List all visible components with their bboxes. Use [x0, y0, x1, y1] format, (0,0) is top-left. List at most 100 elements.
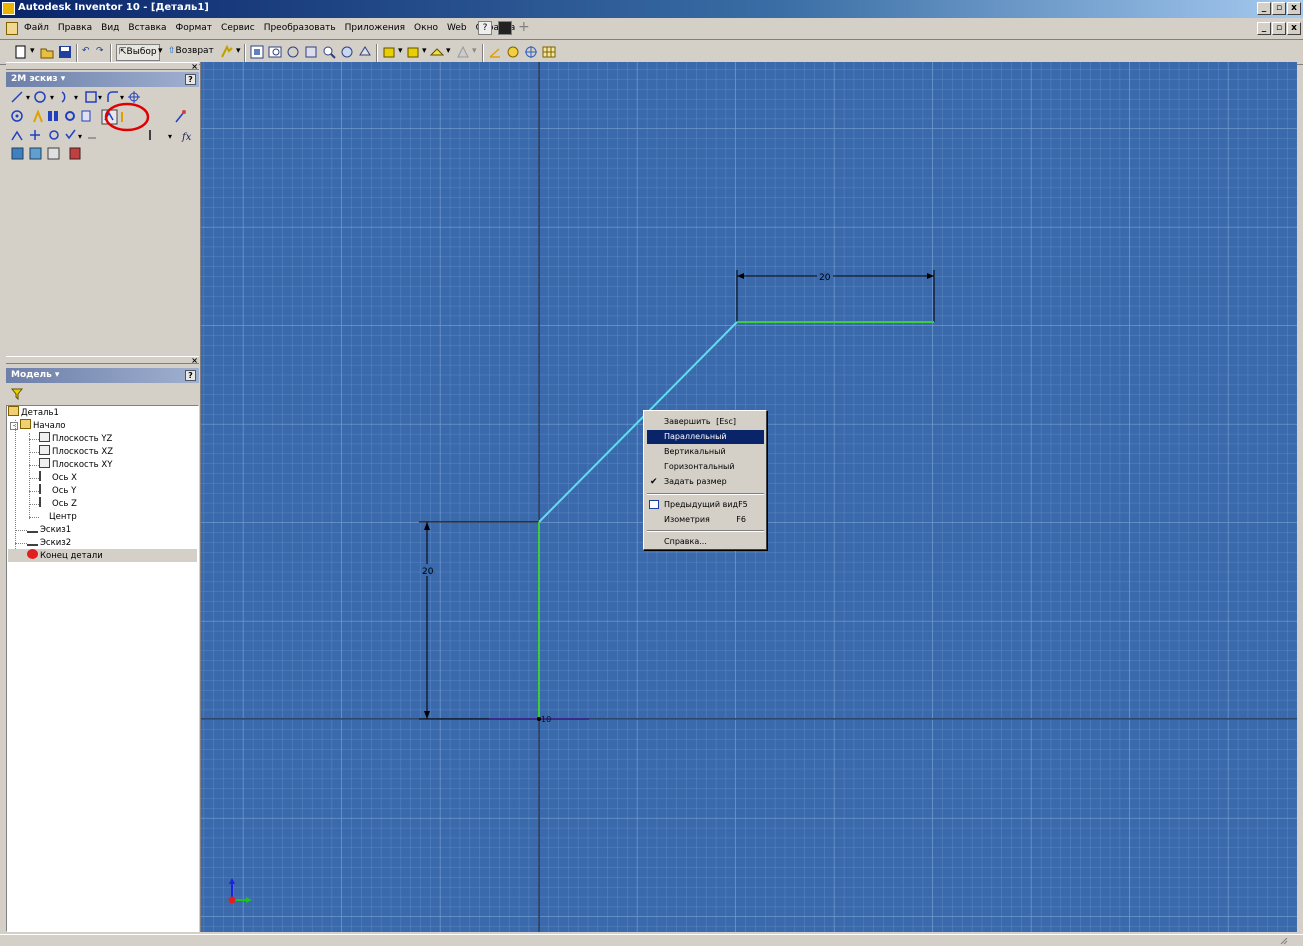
menu-convert[interactable]: Преобразовать	[264, 23, 336, 33]
menu-item-finish[interactable]: Завершить [Esc]	[647, 415, 764, 429]
perspective-dropdown-icon[interactable]: ▾	[446, 44, 451, 61]
sketch-style-icon[interactable]	[69, 147, 81, 160]
tree-item-sketch1[interactable]: Эскиз1	[27, 523, 71, 536]
tree-item-axis-y[interactable]: Ось Y	[39, 484, 76, 497]
menu-item-set-dimension[interactable]: ✔ Задать размер	[647, 475, 764, 489]
menu-window[interactable]: Окно	[414, 23, 438, 33]
close-button[interactable]: x	[1287, 2, 1301, 15]
tree-item-origin[interactable]: - Начало	[10, 419, 65, 432]
tree-item-sketch2[interactable]: Эскиз2	[27, 536, 71, 549]
parameters-icon[interactable]: fx	[181, 132, 192, 143]
menu-format[interactable]: Формат	[176, 23, 213, 33]
tree-item-plane-xz[interactable]: Плоскость XZ	[39, 445, 113, 458]
menu-view[interactable]: Вид	[101, 23, 119, 33]
menu-item-isometric[interactable]: Изометрия F6	[647, 513, 764, 527]
collapse-icon[interactable]: -	[10, 422, 18, 430]
angle-icon[interactable]	[488, 45, 502, 59]
tree-item-end-of-part[interactable]: Конец детали	[8, 549, 197, 562]
pattern-tool-icon[interactable]	[48, 111, 58, 121]
filter-icon[interactable]	[11, 388, 23, 400]
panel-grip[interactable]: ×	[6, 62, 199, 71]
dimension-tool-icon[interactable]	[101, 109, 118, 125]
minimize-button[interactable]: _	[1257, 2, 1271, 15]
insert-points-icon[interactable]	[29, 147, 42, 160]
shaded-display-icon[interactable]	[382, 45, 396, 59]
plus-icon[interactable]: +	[518, 20, 532, 35]
tree-item-plane-yz[interactable]: Плоскость YZ	[39, 432, 112, 445]
redo-icon[interactable]: ↷	[96, 44, 104, 61]
model-panel-header[interactable]: Модель ▾ ?	[6, 368, 199, 383]
slice-icon[interactable]	[506, 45, 520, 59]
new-file-icon[interactable]	[14, 45, 28, 59]
return-button[interactable]: ⇧Возврат	[168, 44, 214, 61]
shadow-icon[interactable]	[406, 45, 420, 59]
tree-item-plane-xy[interactable]: Плоскость XY	[39, 458, 112, 471]
menu-item-help[interactable]: Справка...	[647, 535, 764, 549]
panel-help-icon[interactable]: ?	[185, 74, 196, 85]
panel-close-icon[interactable]: ×	[191, 356, 198, 365]
zoom-icon[interactable]	[322, 45, 336, 59]
new-dropdown-icon[interactable]: ▾	[30, 44, 35, 61]
menu-item-horizontal[interactable]: Горизонтальный	[647, 460, 764, 474]
menu-item-parallel[interactable]: Параллельный	[647, 430, 764, 444]
update-icon[interactable]	[220, 45, 234, 59]
perspective-icon[interactable]	[430, 45, 444, 59]
restore-button[interactable]: ▫	[1272, 2, 1286, 15]
sketch-panel-header[interactable]: 2М эскиз ▾ ?	[6, 72, 199, 87]
grid-icon[interactable]	[542, 45, 556, 59]
panel-icon[interactable]	[498, 21, 512, 35]
trim-tool-icon[interactable]	[65, 129, 76, 140]
doc-close-button[interactable]: x	[1287, 22, 1301, 35]
display-dropdown-icon[interactable]: ▾	[398, 44, 403, 61]
point-tool-icon[interactable]	[128, 91, 140, 103]
pan-icon[interactable]	[340, 45, 354, 59]
fillet-tool-icon[interactable]	[107, 91, 118, 102]
zoom-all-icon[interactable]	[250, 45, 264, 59]
copy-tool-icon[interactable]	[30, 130, 40, 140]
help-icon[interactable]: ?	[478, 21, 492, 35]
circle-tool-icon[interactable]	[34, 91, 46, 103]
rotate-tool-icon[interactable]	[49, 130, 59, 140]
polygon-tool-icon[interactable]	[11, 110, 23, 122]
panel-help-icon[interactable]: ?	[185, 370, 196, 381]
doc-minimize-button[interactable]: _	[1257, 22, 1271, 35]
select-button[interactable]: ⇱Выбор	[116, 44, 160, 61]
tree-item-axis-x[interactable]: Ось X	[39, 471, 77, 484]
rotate-icon[interactable]	[286, 45, 300, 59]
menu-edit[interactable]: Правка	[58, 23, 92, 33]
move-tool-icon[interactable]	[11, 130, 23, 141]
dimension-label-horizontal: 20	[819, 273, 831, 283]
offset-tool-icon[interactable]	[81, 110, 91, 122]
tree-item-center[interactable]: Центр	[39, 510, 77, 523]
tree-item-axis-z[interactable]: Ось Z	[39, 497, 77, 510]
menu-tools[interactable]: Сервис	[221, 23, 255, 33]
zoom-window-icon[interactable]	[268, 45, 282, 59]
rectangle-tool-icon[interactable]	[85, 91, 97, 103]
menu-item-previous-view[interactable]: Предыдущий видF5	[647, 498, 764, 512]
insert-autocad-icon[interactable]	[47, 147, 60, 160]
arc-tool-icon[interactable]	[61, 91, 66, 103]
open-folder-icon[interactable]	[40, 45, 54, 59]
center-icon[interactable]	[524, 45, 538, 59]
look-at-icon[interactable]	[304, 45, 318, 59]
shadow-dropdown-icon[interactable]: ▾	[422, 44, 427, 61]
menu-file[interactable]: Файл	[24, 23, 49, 33]
line-tool-icon[interactable]	[11, 91, 23, 103]
tree-item-part[interactable]: Деталь1	[8, 406, 59, 419]
undo-icon[interactable]: ↶	[82, 44, 90, 61]
menu-applications[interactable]: Приложения	[345, 23, 405, 33]
panel-close-icon[interactable]: ×	[191, 62, 198, 71]
save-icon[interactable]	[58, 45, 72, 59]
insert-image-icon[interactable]	[11, 147, 24, 160]
tangent-tool-icon[interactable]	[175, 110, 186, 123]
orbit-icon[interactable]	[358, 45, 372, 59]
mirror-tool-icon[interactable]	[33, 109, 43, 123]
update-dropdown-icon[interactable]: ▾	[236, 44, 241, 61]
panel-grip[interactable]: ×	[6, 356, 199, 365]
circular-pattern-icon[interactable]	[65, 111, 75, 121]
menu-insert[interactable]: Вставка	[128, 23, 166, 33]
doc-restore-button[interactable]: ▫	[1272, 22, 1286, 35]
menu-item-vertical[interactable]: Вертикальный	[647, 445, 764, 459]
select-dropdown-icon[interactable]: ▾	[158, 44, 163, 61]
menu-web[interactable]: Web	[447, 23, 467, 33]
